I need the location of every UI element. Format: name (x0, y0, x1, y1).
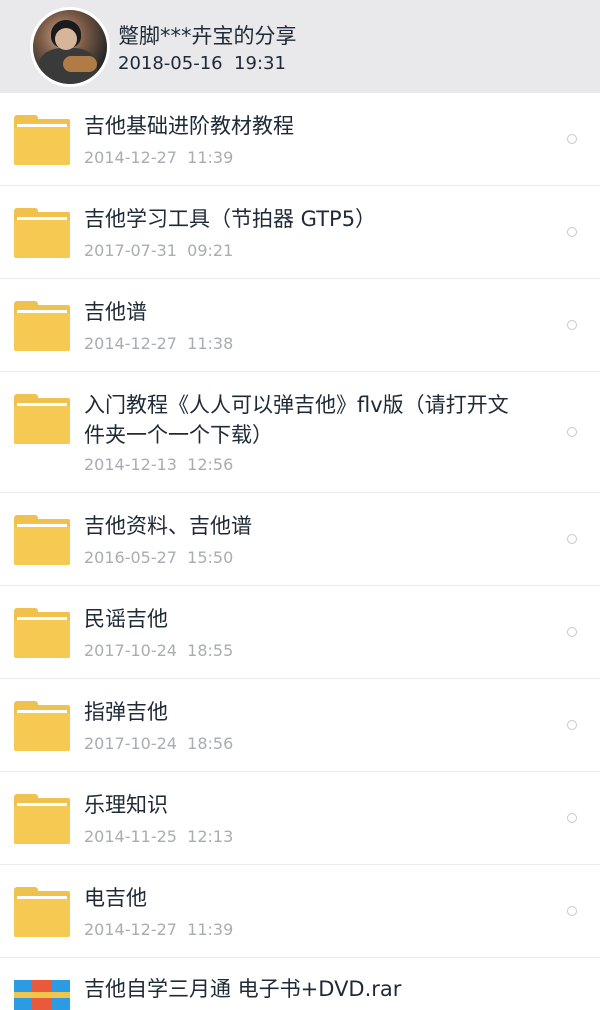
share-header: 蹩脚***卉宝的分享 2018-05-16 19:31 (0, 0, 600, 93)
list-item[interactable]: 吉他自学三月通 电子书+DVD.rar (0, 958, 600, 1010)
folder-icon (14, 887, 70, 937)
list-item[interactable]: 吉他资料、吉他谱 2016-05-27 15:50 (0, 493, 600, 586)
list-item[interactable]: 民谣吉他 2017-10-24 18:55 (0, 586, 600, 679)
list-item[interactable]: 电吉他 2014-12-27 11:39 (0, 865, 600, 958)
folder-icon (14, 701, 70, 751)
file-name: 电吉他 (84, 886, 147, 910)
folder-icon (14, 115, 70, 165)
select-radio[interactable] (567, 227, 577, 237)
file-date: 2016-05-27 15:50 (84, 548, 234, 567)
avatar[interactable] (33, 10, 107, 84)
select-radio[interactable] (567, 627, 577, 637)
folder-icon (14, 394, 70, 444)
file-name: 吉他资料、吉他谱 (84, 514, 252, 538)
avatar-guitar (63, 56, 97, 72)
select-radio[interactable] (567, 320, 577, 330)
file-name: 指弹吉他 (84, 700, 168, 724)
share-title: 蹩脚***卉宝的分享 (118, 24, 297, 48)
folder-icon (14, 794, 70, 844)
file-date: 2017-10-24 18:56 (84, 734, 234, 753)
file-date: 2014-12-27 11:39 (84, 148, 234, 167)
file-list: 吉他基础进阶教材教程 2014-12-27 11:39 吉他学习工具（节拍器 G… (0, 93, 600, 1010)
file-name: 吉他学习工具（节拍器 GTP5） (84, 207, 377, 231)
select-radio[interactable] (567, 427, 577, 437)
select-radio[interactable] (567, 534, 577, 544)
list-item[interactable]: 指弹吉他 2017-10-24 18:56 (0, 679, 600, 772)
file-date: 2014-12-27 11:38 (84, 334, 234, 353)
list-item[interactable]: 入门教程《人人可以弹吉他》flv版（请打开文件夹一个一个下载） 2014-12-… (0, 372, 600, 493)
select-radio[interactable] (567, 906, 577, 916)
file-date: 2014-11-25 12:13 (84, 827, 234, 846)
folder-icon (14, 301, 70, 351)
file-date: 2014-12-13 12:56 (84, 455, 234, 474)
file-date: 2014-12-27 11:39 (84, 920, 234, 939)
select-radio[interactable] (567, 720, 577, 730)
list-item[interactable]: 乐理知识 2014-11-25 12:13 (0, 772, 600, 865)
file-date: 2017-10-24 18:55 (84, 641, 234, 660)
avatar-face (55, 28, 77, 50)
file-name: 吉他基础进阶教材教程 (84, 114, 294, 138)
folder-icon (14, 208, 70, 258)
list-item[interactable]: 吉他基础进阶教材教程 2014-12-27 11:39 (0, 93, 600, 186)
list-item[interactable]: 吉他谱 2014-12-27 11:38 (0, 279, 600, 372)
share-time: 2018-05-16 19:31 (118, 53, 286, 74)
folder-icon (14, 608, 70, 658)
file-name: 乐理知识 (84, 793, 168, 817)
folder-icon (14, 515, 70, 565)
file-name: 入门教程《人人可以弹吉他》flv版（请打开文件夹一个一个下载） (84, 393, 509, 447)
file-name: 民谣吉他 (84, 607, 168, 631)
select-radio[interactable] (567, 813, 577, 823)
list-item[interactable]: 吉他学习工具（节拍器 GTP5） 2017-07-31 09:21 (0, 186, 600, 279)
file-date: 2017-07-31 09:21 (84, 241, 234, 260)
select-radio[interactable] (567, 134, 577, 144)
rar-file-icon (14, 980, 70, 1010)
file-name: 吉他谱 (84, 300, 147, 324)
